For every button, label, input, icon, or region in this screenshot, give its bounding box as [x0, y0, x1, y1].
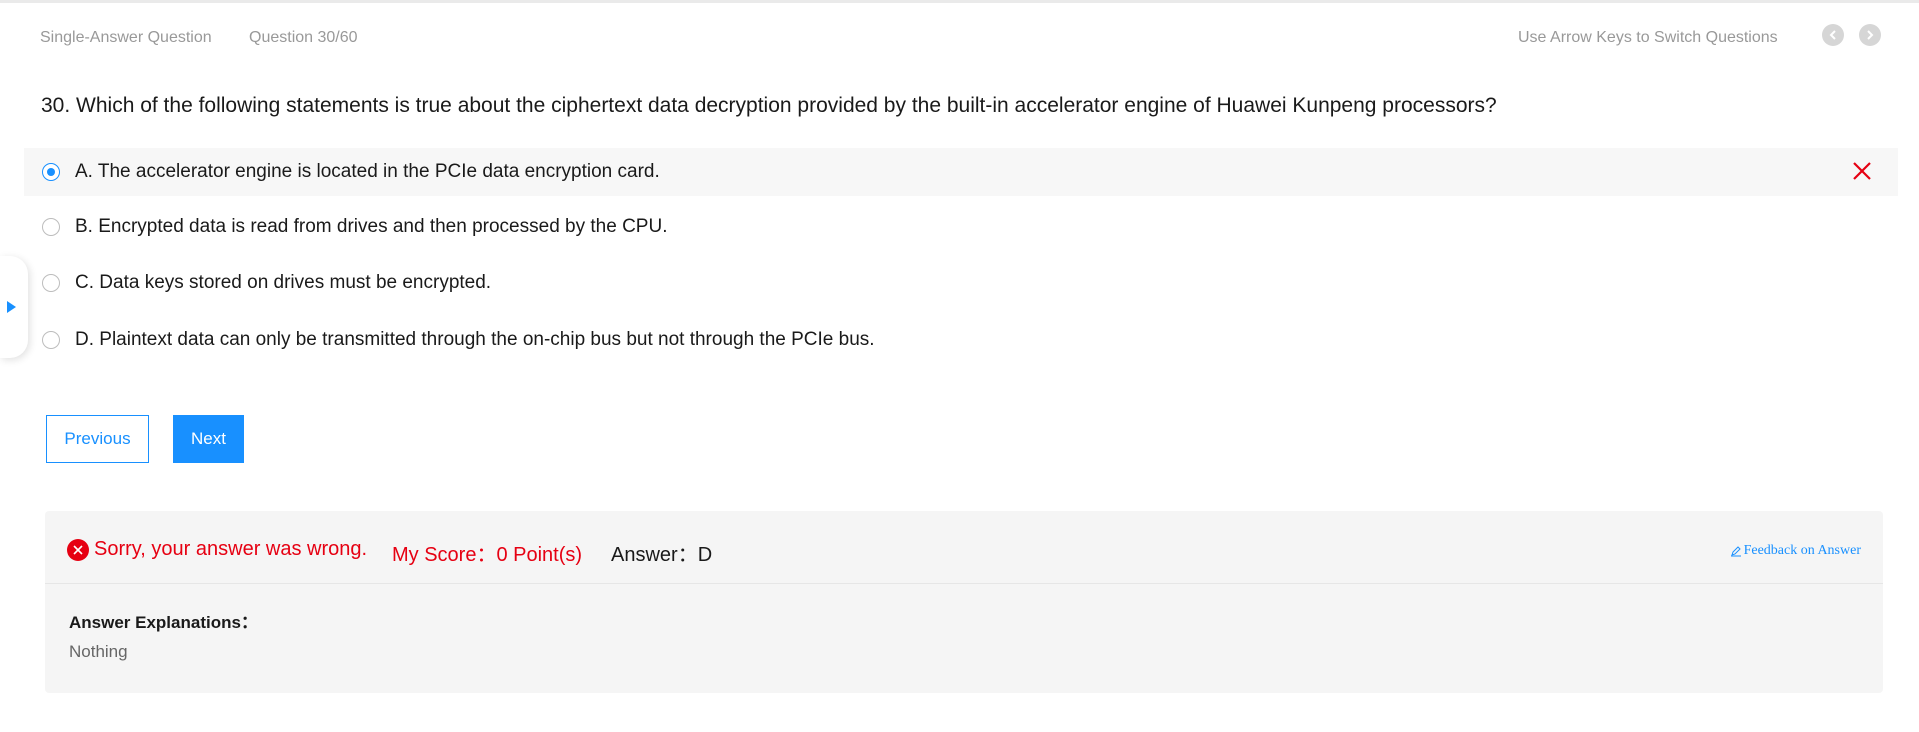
- next-button[interactable]: Next: [173, 415, 244, 463]
- question-progress-label: Question 30/60: [249, 29, 358, 46]
- previous-question-button[interactable]: [1822, 24, 1844, 46]
- previous-button[interactable]: Previous: [46, 415, 149, 463]
- option-d-label: D. Plaintext data can only be transmitte…: [75, 329, 875, 350]
- question-title: 30. Which of the following statements is…: [41, 94, 1497, 117]
- option-a[interactable]: A. The accelerator engine is located in …: [24, 148, 1898, 196]
- quiz-page: Single-Answer Question Question 30/60 Us…: [0, 0, 1919, 732]
- top-divider: [0, 0, 1919, 3]
- arrow-keys-hint: Use Arrow Keys to Switch Questions: [1518, 29, 1778, 46]
- option-b-label: B. Encrypted data is read from drives an…: [75, 216, 668, 237]
- side-panel-toggle[interactable]: [0, 256, 28, 358]
- option-c-label: C. Data keys stored on drives must be en…: [75, 272, 492, 293]
- chevron-right-icon: [1867, 30, 1874, 40]
- option-b[interactable]: B. Encrypted data is read from drives an…: [24, 203, 1898, 251]
- error-circle-icon: [67, 539, 89, 561]
- option-d-radio[interactable]: [42, 331, 60, 349]
- explanation-heading: Answer Explanations：: [69, 613, 258, 632]
- feedback-link-label: Feedback on Answer: [1743, 543, 1861, 558]
- option-a-radio[interactable]: [42, 163, 60, 181]
- caret-right-icon: [6, 301, 16, 313]
- option-b-radio[interactable]: [42, 218, 60, 236]
- result-header: Sorry, your answer was wrong. My Score：0…: [45, 511, 1883, 584]
- next-question-button[interactable]: [1859, 24, 1881, 46]
- chevron-left-icon: [1829, 30, 1836, 40]
- close-icon: [1853, 162, 1871, 180]
- correct-answer-label: Answer：D: [611, 544, 713, 566]
- option-d[interactable]: D. Plaintext data can only be transmitte…: [24, 316, 1898, 364]
- wrong-answer-message: Sorry, your answer was wrong.: [94, 538, 368, 560]
- explanation-text: Nothing: [69, 642, 128, 661]
- option-a-label: A. The accelerator engine is located in …: [75, 161, 660, 182]
- option-c-radio[interactable]: [42, 274, 60, 292]
- result-panel: Sorry, your answer was wrong. My Score：0…: [45, 511, 1883, 693]
- edit-icon: [1730, 546, 1741, 557]
- feedback-link[interactable]: Feedback on Answer: [1730, 543, 1861, 559]
- option-c[interactable]: C. Data keys stored on drives must be en…: [24, 259, 1898, 307]
- question-type-label: Single-Answer Question: [40, 29, 212, 46]
- score-label: My Score：0 Point(s): [392, 544, 583, 566]
